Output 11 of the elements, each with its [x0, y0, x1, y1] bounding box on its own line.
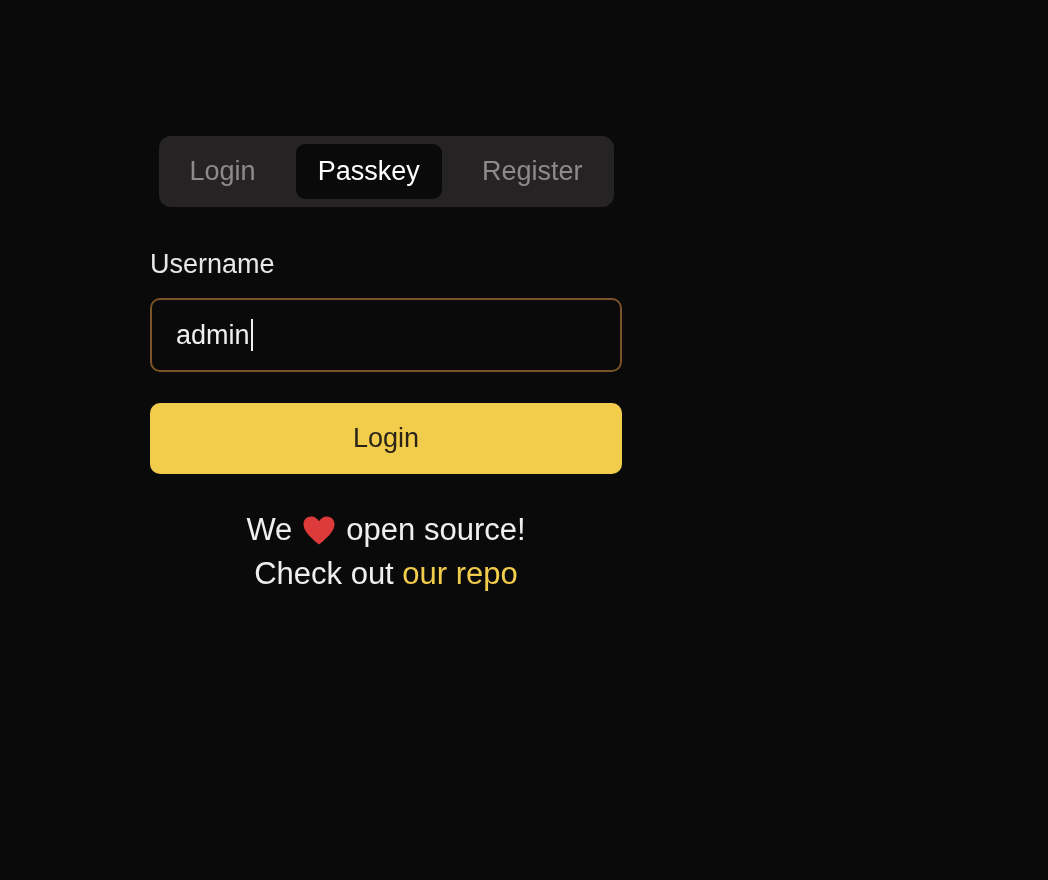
heart-icon [302, 514, 337, 546]
tab[interactable]: Passkey [295, 144, 442, 199]
field-label: Username [150, 249, 276, 280]
footer-text: Check out our repo [254, 556, 518, 592]
repo-link[interactable]: our repo [402, 556, 518, 591]
tab[interactable]: Register [459, 144, 605, 199]
footer-text: We [246, 512, 293, 548]
input-field[interactable]: admin [150, 298, 622, 372]
footer-text: open source! [346, 512, 526, 548]
tab[interactable]: Login [167, 144, 278, 199]
login-button[interactable]: Login [150, 403, 622, 474]
